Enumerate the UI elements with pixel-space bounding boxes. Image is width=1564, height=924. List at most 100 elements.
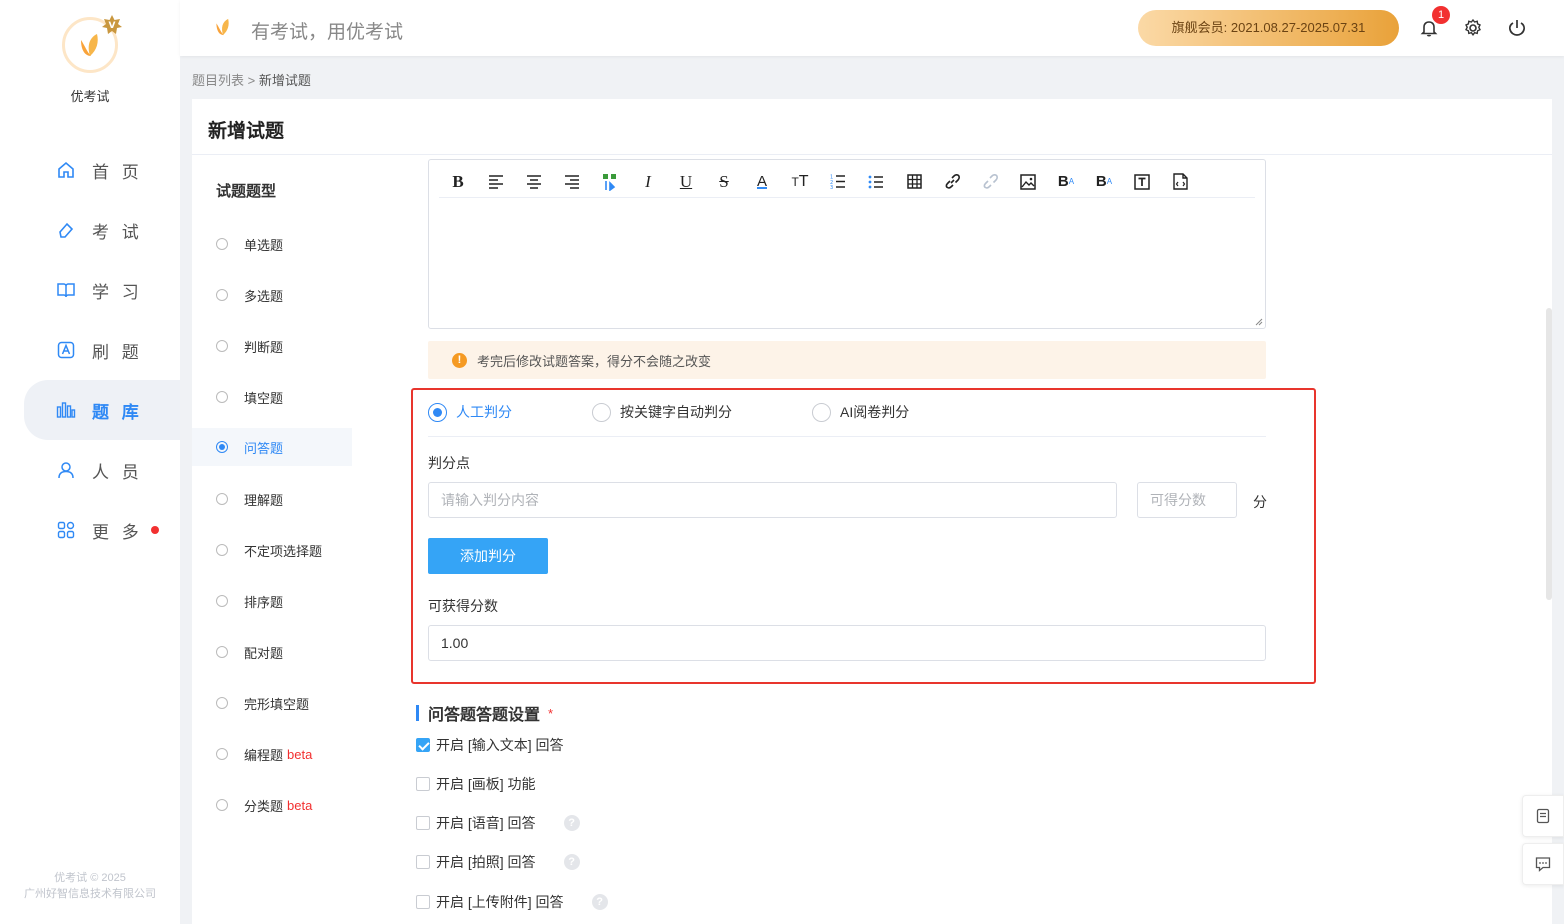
chat-float-button[interactable] bbox=[1522, 843, 1564, 885]
score-unit: 分 bbox=[1253, 494, 1267, 510]
header-leaf-icon[interactable] bbox=[212, 16, 234, 41]
chat-icon bbox=[1535, 857, 1551, 872]
radio-icon bbox=[216, 748, 228, 760]
html-source-icon[interactable] bbox=[1161, 168, 1199, 196]
nav-item-more[interactable]: 更 多 bbox=[0, 500, 180, 560]
grading-mode-group: 人工判分 按关键字自动判分 AI阅卷判分 bbox=[428, 402, 1266, 437]
underline-icon[interactable]: U bbox=[667, 168, 705, 196]
power-icon[interactable] bbox=[1505, 16, 1529, 40]
user-icon bbox=[56, 460, 76, 480]
home-icon bbox=[56, 160, 76, 180]
nav-label: 人 员 bbox=[92, 462, 143, 482]
align-left-icon[interactable] bbox=[477, 168, 515, 196]
question-type-true-false[interactable]: 判断题 bbox=[192, 327, 352, 365]
total-score-input[interactable] bbox=[428, 625, 1266, 661]
nav-item-exam[interactable]: 考 试 bbox=[0, 200, 180, 260]
nav-item-people[interactable]: 人 员 bbox=[0, 440, 180, 500]
italic-icon[interactable]: I bbox=[629, 168, 667, 196]
breadcrumb: 题目列表 > 新增试题 bbox=[192, 70, 311, 89]
align-center-icon[interactable] bbox=[515, 168, 553, 196]
question-type-essay[interactable]: 问答题 bbox=[192, 428, 352, 466]
question-type-single[interactable]: 单选题 bbox=[192, 225, 352, 263]
unlink-icon[interactable] bbox=[971, 168, 1009, 196]
copyright-line: 优考试 © 2025 bbox=[54, 872, 126, 884]
section-accent-bar bbox=[416, 705, 419, 721]
format-painter-icon[interactable] bbox=[591, 168, 629, 196]
answer-option-text[interactable]: 开启 [输入文本] 回答 bbox=[416, 735, 564, 755]
radio-icon bbox=[812, 402, 831, 422]
brand-logo[interactable]: V bbox=[62, 15, 122, 73]
question-type-label: 配对题 bbox=[244, 645, 284, 661]
grading-mode-manual[interactable]: 人工判分 bbox=[428, 402, 512, 422]
notes-float-button[interactable] bbox=[1522, 795, 1564, 837]
nav-item-practice[interactable]: 刷 题 bbox=[0, 320, 180, 380]
radio-icon bbox=[592, 402, 611, 422]
question-type-multiple[interactable]: 多选题 bbox=[192, 276, 352, 314]
add-grading-button[interactable]: 添加判分 bbox=[428, 538, 548, 574]
question-type-matching[interactable]: 配对题 bbox=[192, 633, 352, 671]
answer-option-voice[interactable]: 开启 [语音] 回答? bbox=[416, 813, 580, 833]
strikethrough-icon[interactable]: S bbox=[705, 168, 743, 196]
unordered-list-icon[interactable] bbox=[857, 168, 895, 196]
question-type-programming[interactable]: 编程题 beta bbox=[192, 735, 352, 773]
grading-score-input[interactable] bbox=[1137, 482, 1237, 518]
question-type-label: 排序题 bbox=[244, 594, 284, 610]
section-title-text: 问答题答题设置 bbox=[428, 707, 541, 724]
breadcrumb-parent-link[interactable]: 题目列表 bbox=[192, 73, 244, 88]
company-name: 广州好智信息技术有限公司 bbox=[24, 888, 156, 900]
gear-icon[interactable] bbox=[1461, 16, 1485, 40]
question-type-indefinite-choice[interactable]: 不定项选择题 bbox=[192, 531, 352, 569]
link-icon[interactable] bbox=[933, 168, 971, 196]
rich-text-editor[interactable]: B I U S A TT 123 BA BA bbox=[428, 159, 1266, 329]
radio-icon bbox=[216, 238, 228, 250]
notification-badge: 1 bbox=[1432, 6, 1450, 24]
radio-checked-icon bbox=[216, 441, 228, 453]
answer-settings-title: 问答题答题设置 * bbox=[416, 701, 553, 725]
grading-mode-ai[interactable]: AI阅卷判分 bbox=[812, 402, 909, 422]
radio-icon bbox=[216, 544, 228, 556]
warning-icon: ! bbox=[452, 352, 467, 368]
answer-option-photo[interactable]: 开启 [拍照] 回答? bbox=[416, 852, 580, 872]
radio-icon bbox=[216, 391, 228, 403]
help-icon[interactable]: ? bbox=[591, 894, 608, 910]
question-type-label: 编程题 bbox=[244, 747, 284, 763]
help-icon[interactable]: ? bbox=[563, 815, 580, 831]
apps-icon bbox=[56, 520, 76, 540]
main-nav: 首 页 考 试 学 习 刷 题 题 库 人 员 更 多 bbox=[0, 140, 180, 560]
nav-label: 更 多 bbox=[92, 522, 143, 542]
superscript-icon[interactable]: BA bbox=[1047, 168, 1085, 196]
resize-handle-icon[interactable] bbox=[1255, 318, 1263, 326]
font-size-icon[interactable]: TT bbox=[781, 168, 819, 196]
question-type-classification[interactable]: 分类题 beta bbox=[192, 786, 352, 824]
nav-item-question-bank[interactable]: 题 库 bbox=[24, 380, 180, 440]
total-score-label: 可获得分数 bbox=[428, 598, 498, 614]
nav-item-home[interactable]: 首 页 bbox=[0, 140, 180, 200]
checkbox-icon bbox=[416, 777, 430, 791]
divider bbox=[192, 154, 1552, 155]
nav-item-study[interactable]: 学 习 bbox=[0, 260, 180, 320]
radio-icon bbox=[216, 493, 228, 505]
question-type-comprehension[interactable]: 理解题 bbox=[192, 480, 352, 518]
align-right-icon[interactable] bbox=[553, 168, 591, 196]
grading-mode-keyword[interactable]: 按关键字自动判分 bbox=[592, 402, 732, 422]
table-icon[interactable] bbox=[895, 168, 933, 196]
page-scrollbar[interactable] bbox=[1546, 308, 1552, 600]
breadcrumb-separator: > bbox=[244, 73, 259, 88]
help-icon[interactable]: ? bbox=[563, 854, 580, 870]
ordered-list-icon[interactable]: 123 bbox=[819, 168, 857, 196]
vip-membership-badge[interactable]: 旗舰会员: 2021.08.27-2025.07.31 bbox=[1138, 10, 1399, 46]
answer-option-attachment[interactable]: 开启 [上传附件] 回答? bbox=[416, 892, 608, 912]
text-box-icon[interactable] bbox=[1123, 168, 1161, 196]
question-type-fill-blank[interactable]: 填空题 bbox=[192, 378, 352, 416]
question-type-ordering[interactable]: 排序题 bbox=[192, 582, 352, 620]
nav-label: 首 页 bbox=[92, 162, 143, 182]
question-type-title: 试题题型 bbox=[216, 183, 277, 200]
question-type-cloze[interactable]: 完形填空题 bbox=[192, 684, 352, 722]
font-color-icon[interactable]: A bbox=[743, 168, 781, 196]
question-type-label: 完形填空题 bbox=[244, 696, 310, 712]
grading-content-input[interactable] bbox=[428, 482, 1117, 518]
subscript-icon[interactable]: BA bbox=[1085, 168, 1123, 196]
bold-icon[interactable]: B bbox=[439, 168, 477, 196]
image-icon[interactable] bbox=[1009, 168, 1047, 196]
answer-option-drawing[interactable]: 开启 [画板] 功能 bbox=[416, 774, 536, 794]
